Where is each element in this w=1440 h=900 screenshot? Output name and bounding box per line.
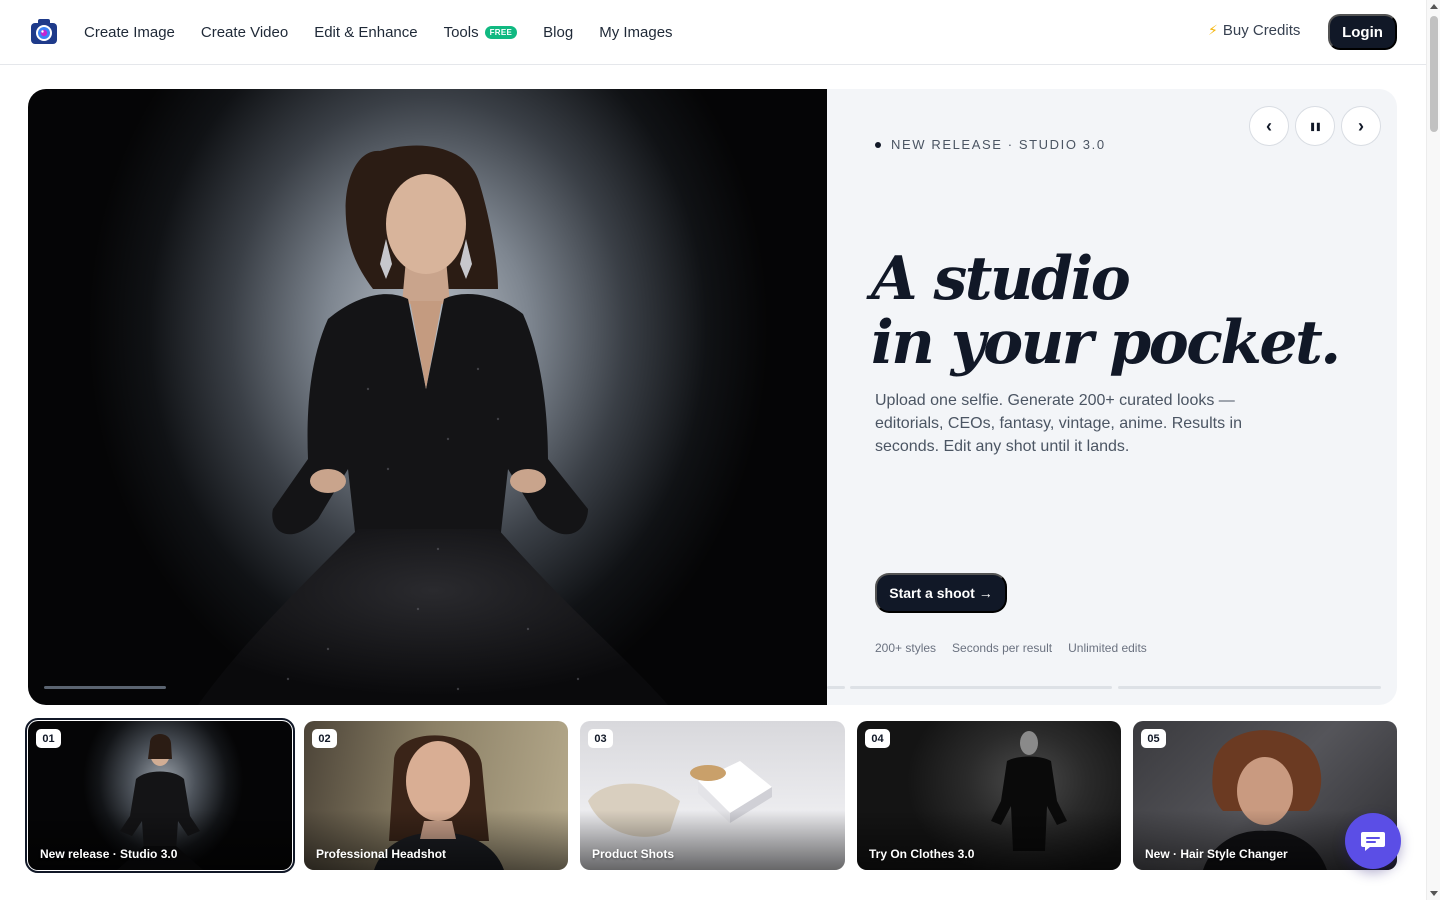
login-button[interactable]: Login: [1328, 14, 1397, 50]
lightning-icon: ⚡: [1208, 22, 1218, 38]
nav-create-image-label: Create Image: [84, 23, 175, 41]
slide-thumb-1[interactable]: 01 New release · Studio 3.0: [25, 718, 295, 873]
dot-icon: [875, 141, 881, 148]
nav-tools-label: Tools: [443, 23, 479, 41]
nav-create-video-label: Create Video: [200, 23, 289, 41]
scroll-down-arrow-icon[interactable]: [1430, 891, 1438, 896]
slide-number: 04: [865, 729, 890, 748]
slide-thumb-3[interactable]: 03 Product Shots: [580, 721, 845, 870]
slide-label: Product Shots: [592, 847, 675, 861]
nav-edit-enhance-label: Edit & Enhance: [314, 23, 418, 41]
nav-create-image[interactable]: Create Image: [84, 24, 175, 41]
feature-item: Seconds per result: [952, 641, 1053, 655]
top-navbar: Create Image Create Video Edit & Enhance…: [0, 0, 1426, 65]
slide-progress-track: [827, 686, 845, 689]
slide-label: Try On Clothes 3.0: [869, 847, 975, 861]
scroll-up-arrow-icon[interactable]: [1430, 4, 1438, 9]
hero-eyebrow: NEW RELEASE · STUDIO 3.0: [875, 137, 1106, 152]
hero-title: A studio in your pocket.: [871, 247, 1371, 375]
camera-logo-icon[interactable]: [28, 16, 60, 48]
slide-progress-bar: [44, 686, 166, 689]
pause-icon: ❚❚: [1309, 121, 1321, 131]
hero-image-woman-black-gown: [28, 89, 827, 705]
slide-number: 01: [36, 729, 61, 748]
scroll-thumb[interactable]: [1430, 16, 1438, 132]
hero-title-line1: A studio: [871, 244, 1131, 314]
nav-create-video[interactable]: Create Video: [201, 24, 288, 41]
feature-item: 200+ styles: [875, 641, 937, 655]
thumb-shade: [304, 810, 568, 870]
nav-blog-label: Blog: [543, 23, 574, 41]
thumb-shade: [857, 810, 1121, 870]
chevron-right-icon: ›: [1358, 115, 1364, 136]
slide-number: 02: [312, 729, 337, 748]
hero-description: Upload one selfie. Generate 200+ curated…: [875, 392, 1242, 455]
slide-progress-track: [850, 686, 1112, 689]
hero-title-line2: in your pocket.: [871, 308, 1341, 378]
slide-label: New release · Studio 3.0: [40, 847, 178, 861]
page-scrollbar[interactable]: [1426, 0, 1440, 900]
slide-label: Professional Headshot: [316, 847, 447, 861]
slide-progress-track: [1118, 686, 1381, 689]
hero-features: 200+ styles Seconds per result Unlimited…: [875, 641, 1147, 655]
slide-thumb-2[interactable]: 02 Professional Headshot: [304, 721, 568, 870]
hero-text-panel: NEW RELEASE · STUDIO 3.0 ‹ ❚❚ › A studio…: [827, 89, 1397, 705]
nav-my-images-label: My Images: [599, 23, 673, 41]
main-nav: Create Image Create Video Edit & Enhance…: [84, 0, 699, 64]
slide-number: 03: [588, 729, 613, 748]
slide-label: New · Hair Style Changer: [1145, 847, 1288, 861]
carousel-prev-button[interactable]: ‹: [1249, 106, 1289, 146]
nav-blog[interactable]: Blog: [543, 24, 573, 41]
nav-edit-enhance[interactable]: Edit & Enhance: [314, 24, 417, 41]
slide-thumb-4[interactable]: 04 Try On Clothes 3.0: [857, 721, 1121, 870]
feature-item: Unlimited edits: [1068, 641, 1147, 655]
thumb-shade: [28, 810, 292, 870]
carousel-next-button[interactable]: ›: [1341, 106, 1381, 146]
start-shoot-button[interactable]: Start a shoot →: [875, 573, 1007, 613]
slide-number: 05: [1141, 729, 1166, 748]
chat-bubble-icon: [1361, 832, 1385, 851]
thumb-shade: [580, 810, 845, 870]
chat-support-button[interactable]: [1345, 813, 1401, 869]
carousel-pause-button[interactable]: ❚❚: [1295, 106, 1335, 146]
hero-carousel: NEW RELEASE · STUDIO 3.0 ‹ ❚❚ › A studio…: [28, 89, 1397, 705]
chevron-left-icon: ‹: [1266, 115, 1272, 136]
hero-eyebrow-text: NEW RELEASE · STUDIO 3.0: [891, 137, 1106, 152]
nav-tools[interactable]: Tools FREE: [444, 24, 518, 41]
nav-my-images[interactable]: My Images: [599, 24, 672, 41]
free-badge: FREE: [484, 25, 518, 39]
buy-credits-label: Buy Credits: [1222, 22, 1301, 39]
buy-credits-link[interactable]: ⚡ Buy Credits: [1208, 22, 1300, 39]
